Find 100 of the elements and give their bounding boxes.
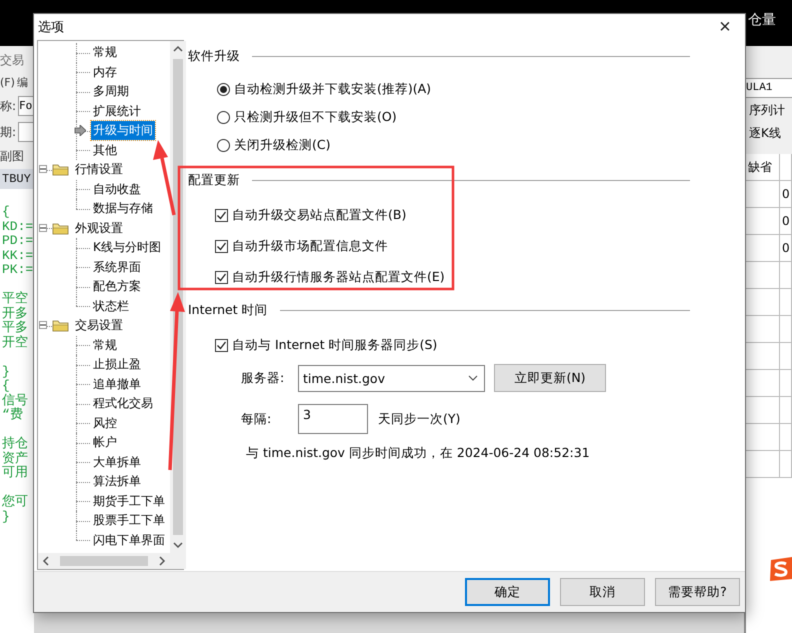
minus-icon (40, 166, 46, 172)
checkbox[interactable] (215, 339, 228, 352)
column-heading: 仓量 (748, 11, 777, 29)
code-line: 您可 (2, 495, 29, 510)
code-line: { (2, 205, 11, 220)
tree-item[interactable]: 升级与时间 (91, 121, 155, 140)
radio-button[interactable] (217, 111, 230, 124)
tree-group[interactable]: 交易设置 (73, 316, 125, 336)
tree-item[interactable]: 帐户 (91, 433, 119, 452)
radio-option[interactable]: 只检测升级但不下载安装(O) (217, 109, 745, 126)
update-now-button[interactable]: 立即更新(N) (494, 364, 606, 392)
column-header: TBUY (0, 169, 34, 189)
tree-item[interactable]: 常规 (91, 43, 119, 62)
field-label: 服务器: (241, 370, 286, 386)
tree-group[interactable]: 外观设置 (73, 218, 125, 238)
radio-button[interactable] (217, 139, 230, 152)
tree-item[interactable]: 期货手工下单 (91, 492, 167, 511)
table-cell: 0 (780, 235, 792, 262)
tree-item[interactable]: K线与分时图 (91, 238, 163, 258)
checkbox-option[interactable]: 自动升级行情服务器站点配置文件(E) (215, 269, 745, 286)
code-line: 信号 (2, 394, 29, 408)
formula-field[interactable]: ULA1 (746, 78, 792, 98)
code-line: PD:= (2, 234, 34, 248)
code-line: 平空 (2, 292, 29, 306)
tree-item[interactable]: 追单撤单 (91, 374, 143, 394)
field-label: 期: (0, 124, 16, 140)
code-line: PK:= (2, 263, 34, 278)
collapse-toggle[interactable] (39, 165, 47, 173)
collapse-toggle[interactable] (39, 321, 47, 329)
table-cell: 0 (780, 208, 792, 235)
close-button[interactable]: × (705, 14, 745, 40)
tree-item[interactable]: 风控 (91, 414, 119, 433)
code-line: “费 (2, 408, 24, 422)
code-line: 持仓 (2, 437, 29, 451)
radio-option[interactable]: 自动检测升级并下载安装(推荐)(A) (217, 81, 745, 98)
field-label: 每隔: (241, 410, 272, 428)
table-cell (780, 289, 792, 316)
tree-item[interactable]: 自动收盘 (91, 180, 143, 199)
server-dropdown[interactable]: time.nist.gov (298, 364, 485, 392)
tree-item[interactable]: 状态栏 (91, 296, 131, 316)
menu-item[interactable]: 编 (16, 75, 28, 90)
folder-icon (52, 163, 69, 176)
table-cell (780, 397, 792, 424)
tree-item[interactable]: 股票手工下单 (91, 511, 167, 530)
table-cell: 0 (780, 181, 792, 208)
table-cell (780, 343, 792, 370)
checkbox-option[interactable]: 自动升级市场配置信息文件 (215, 238, 745, 255)
checkbox-option[interactable]: 自动升级交易站点配置文件(B) (215, 207, 745, 224)
code-line: 开空 (2, 336, 29, 350)
tree-item[interactable]: 配色方案 (91, 277, 143, 296)
code-line: } (2, 510, 11, 524)
code-line: 平多 (2, 321, 29, 335)
dialog-button[interactable]: 需要帮助? (655, 578, 740, 606)
checkbox-option[interactable]: 自动与 Internet 时间服务器同步(S) (215, 337, 745, 354)
tab[interactable]: 副图 (0, 148, 34, 165)
interval-field[interactable]: 3 (298, 404, 368, 434)
table-cell (780, 316, 792, 343)
chevron-down-icon (468, 375, 478, 381)
tree-item[interactable]: 内存 (91, 62, 119, 82)
input-field[interactable]: Fo (18, 96, 34, 116)
option-label: 逐K线 (748, 125, 782, 142)
tree-item[interactable]: 常规 (91, 336, 119, 355)
window-title: 交易 (0, 52, 25, 69)
menu-item[interactable]: (F) (0, 76, 15, 89)
section-title: 软件升级 (188, 48, 240, 65)
minus-icon (40, 224, 46, 230)
table-cell (780, 370, 792, 397)
table-cell (780, 262, 792, 289)
tree-item[interactable]: 多周期 (91, 82, 131, 102)
radio-option[interactable]: 关闭升级检测(C) (217, 137, 745, 154)
checkbox[interactable] (215, 240, 228, 253)
code-line: 资产 (2, 452, 29, 466)
collapse-toggle[interactable] (39, 224, 47, 232)
section-title: Internet 时间 (188, 302, 268, 319)
folder-icon (52, 222, 69, 235)
table-cell (780, 451, 792, 478)
tree-item[interactable]: 数据与存储 (91, 199, 155, 218)
tree-item[interactable]: 程式化交易 (91, 394, 155, 414)
tree-item[interactable]: 算法拆单 (91, 472, 143, 492)
code-line: KK:= (2, 248, 34, 263)
checkbox[interactable] (215, 209, 228, 222)
table-cell (780, 424, 792, 451)
section-title: 配置更新 (188, 172, 240, 189)
tree-item[interactable]: 其他 (91, 140, 119, 160)
folder-icon (52, 319, 69, 332)
radio-button[interactable] (217, 83, 230, 96)
scrollbar-thumb[interactable] (60, 556, 148, 566)
checkbox[interactable] (215, 271, 228, 284)
tree-item[interactable]: 止损止盈 (91, 355, 143, 374)
code-line: KD:= (2, 220, 34, 234)
code-line: 可用 (2, 466, 29, 480)
tree-group[interactable]: 行情设置 (73, 160, 125, 180)
dialog-title: 选项 (38, 19, 64, 36)
dialog-button[interactable]: 确定 (465, 578, 550, 606)
dialog-button[interactable]: 取消 (560, 578, 645, 606)
tree-item[interactable]: 大单拆单 (91, 452, 143, 472)
tree-item[interactable]: 闪电下单界面 (91, 530, 167, 550)
input-field[interactable] (18, 122, 34, 142)
tree-item[interactable]: 扩展统计 (91, 102, 143, 121)
tree-item[interactable]: 系统界面 (91, 258, 143, 277)
